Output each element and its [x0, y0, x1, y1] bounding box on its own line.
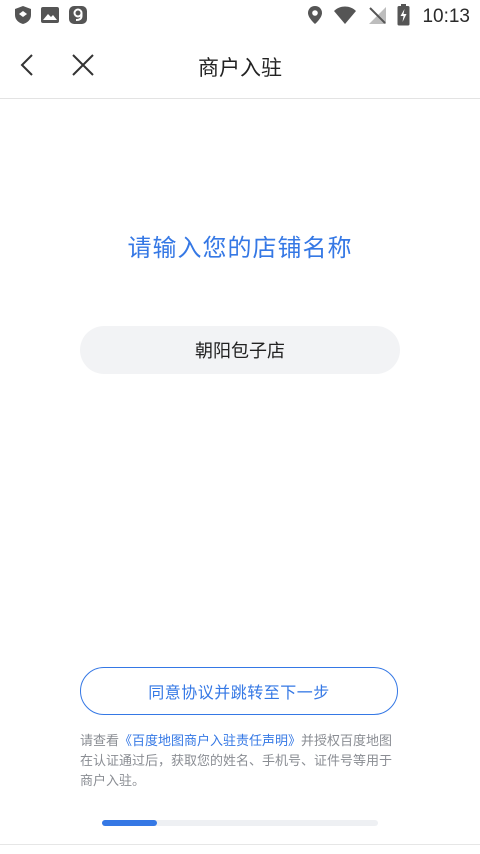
- agreement-notice: 请查看《百度地图商户入驻责任声明》并授权百度地图在认证通过后，获取您的姓名、手机…: [80, 732, 402, 792]
- image-icon: [40, 5, 60, 29]
- page-title: 商户入驻: [198, 56, 282, 80]
- store-name-value: 朝阳包子店: [195, 341, 285, 362]
- merchant-registration-page: 10:13 商户入驻 请输入您的店铺名称 朝阳包子店 同意协议并跳转至下一步 请…: [0, 0, 480, 854]
- notice-prefix: 请查看: [80, 734, 120, 749]
- statement-link[interactable]: 《百度地图商户入驻责任声明》: [119, 734, 301, 749]
- agree-next-button[interactable]: 同意协议并跳转至下一步: [80, 667, 398, 715]
- status-time: 10:13: [422, 6, 470, 27]
- status-bar: 10:13: [0, 0, 480, 32]
- bottom-tab-indicator: [342, 848, 360, 854]
- wifi-icon: [333, 5, 357, 29]
- location-icon: [307, 5, 323, 29]
- agree-next-button-label: 同意协议并跳转至下一步: [148, 683, 330, 702]
- store-name-input[interactable]: 朝阳包子店: [80, 326, 400, 374]
- nav-bar: 商户入驻: [0, 32, 480, 99]
- battery-charging-icon: [397, 4, 410, 30]
- progress-fill: [102, 820, 158, 826]
- status-bar-right: 10:13: [307, 4, 470, 30]
- progress-bar: [102, 820, 378, 826]
- shield-icon: [14, 5, 32, 29]
- no-signal-icon: [367, 5, 387, 29]
- bottom-divider: [0, 844, 480, 845]
- store-name-prompt: 请输入您的店铺名称: [127, 234, 353, 262]
- status-bar-left: [14, 5, 88, 29]
- app-9-icon: [68, 5, 88, 29]
